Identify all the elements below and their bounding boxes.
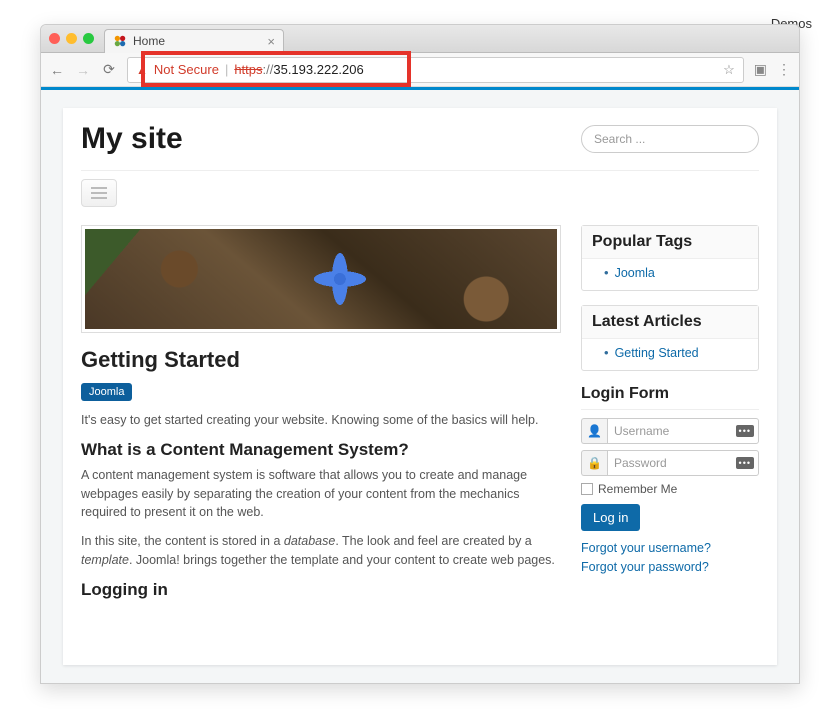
popular-tags-heading: Popular Tags [582,226,758,259]
window-zoom-button[interactable] [83,33,94,44]
paragraph-cms: A content management system is software … [81,466,561,522]
tab-close-icon[interactable]: × [267,35,275,48]
search-input[interactable]: Search ... [581,125,759,153]
password-group: 🔒 Password••• [581,450,759,476]
heading-logging-in: Logging in [81,580,561,600]
browser-tab[interactable]: Home × [104,29,284,53]
username-group: 👤 Username••• [581,418,759,444]
login-form-heading: Login Form [581,385,759,409]
traffic-lights [49,33,94,44]
tag-badge-joomla[interactable]: Joomla [81,383,132,401]
sidebar: Popular Tags Joomla Latest Articles Gett… [581,225,759,606]
reload-button[interactable]: ⟳ [101,61,117,78]
security-status: Not Secure [154,62,219,77]
tab-bar: Home × [41,25,799,53]
page-background: My site Search ... Getting Started Jooml… [41,90,799,683]
forward-button[interactable]: → [75,62,91,78]
remember-me-row: Remember Me [581,482,759,496]
browser-window: Home × ← → ⟳ ▲ Not Secure | https://35.1… [40,24,800,684]
bookmark-star-icon[interactable]: ☆ [723,62,735,78]
window-minimize-button[interactable] [66,33,77,44]
user-icon: 👤 [581,418,607,444]
paragraph-template: In this site, the content is stored in a… [81,532,561,570]
username-input[interactable]: Username••• [607,418,759,444]
back-button[interactable]: ← [49,62,65,78]
popular-tags-box: Popular Tags Joomla [581,225,759,291]
list-item: Joomla [604,265,748,280]
page-content: My site Search ... Getting Started Jooml… [63,108,777,665]
url-text: https://35.193.222.206 [234,62,363,77]
window-close-button[interactable] [49,33,60,44]
main-content: Getting Started Joomla It's easy to get … [81,225,561,606]
login-form-box: Login Form 👤 Username••• 🔒 Password••• [581,385,759,577]
remember-me-checkbox[interactable] [581,483,593,495]
tab-title: Home [133,34,165,48]
latest-articles-heading: Latest Articles [582,306,758,339]
hero-image [81,225,561,333]
forgot-password-link[interactable]: Forgot your password? [581,558,759,577]
extension-icon[interactable]: ▣ [754,61,767,78]
article-intro: It's easy to get started creating your w… [81,411,561,430]
remember-me-label: Remember Me [598,482,677,496]
login-button[interactable]: Log in [581,504,640,531]
url-field[interactable]: ▲ Not Secure | https://35.193.222.206 ☆ [127,57,744,83]
joomla-favicon-icon [113,34,127,48]
address-bar: ← → ⟳ ▲ Not Secure | https://35.193.222.… [41,53,799,87]
tag-link-joomla[interactable]: Joomla [615,266,655,280]
warning-icon: ▲ [136,63,148,77]
forgot-username-link[interactable]: Forgot your username? [581,539,759,558]
article-title: Getting Started [81,347,561,373]
divider: | [225,62,228,77]
password-input[interactable]: Password••• [607,450,759,476]
list-item: Getting Started [604,345,748,360]
lock-icon: 🔒 [581,450,607,476]
hamburger-menu-button[interactable] [81,179,117,207]
latest-articles-box: Latest Articles Getting Started [581,305,759,371]
menu-icon[interactable]: ⋮ [777,61,791,78]
heading-cms: What is a Content Management System? [81,440,561,460]
site-title: My site [81,122,183,156]
article-link-getting-started[interactable]: Getting Started [615,346,699,360]
